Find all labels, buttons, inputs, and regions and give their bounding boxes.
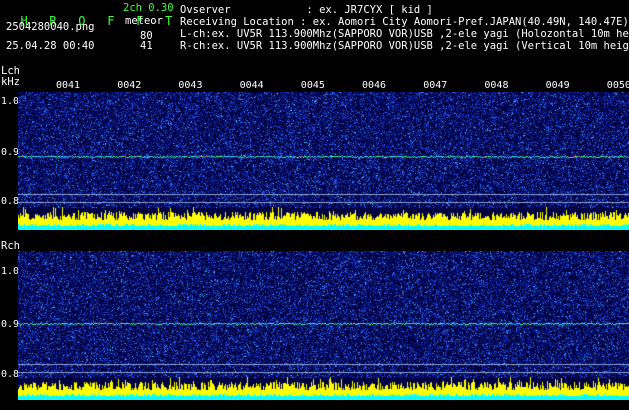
time-tick-label: 0049 (545, 80, 570, 91)
rch-spectrogram (18, 251, 629, 400)
time-tick-label: 0046 (362, 80, 387, 91)
lch-unit-label: kHz (1, 76, 20, 88)
mode-sub-label: meteor (125, 15, 163, 27)
rch-ytick: 0.9 (1, 319, 20, 330)
time-tick-label: 0048 (484, 80, 509, 91)
datetime: 25.04.28 00:40 (6, 40, 95, 52)
title-letter: F (107, 14, 115, 28)
location-line: Receiving Location : ex. Aomori City Aom… (180, 16, 629, 28)
rch-spectrogram-panel (18, 251, 629, 400)
lch-spectrogram (18, 92, 629, 230)
time-tick-label: 0050 (606, 80, 629, 91)
lch-info-line: L-ch:ex. UV5R 113.900Mhz(SAPPORO VOR)USB… (180, 28, 629, 40)
rch-count: 41 (140, 40, 153, 52)
time-tick-label: 0045 (300, 80, 325, 91)
lch-spectrogram-panel (18, 92, 629, 230)
time-tick-label: 0043 (178, 80, 203, 91)
time-tick-label: 0047 (423, 80, 448, 91)
mode-label: 2ch 0.30 (123, 2, 174, 14)
title-letter: T (165, 14, 173, 28)
lch-channel-label: Lch (1, 65, 20, 77)
observer-line: Ovserver : ex. JR7CYX [ kid ] (180, 4, 433, 16)
rch-info-line: R-ch:ex. UV5R 113.900Mhz(SAPPORO VOR)USB… (180, 40, 629, 52)
time-tick-label: 0044 (239, 80, 264, 91)
file-name: 2504280040.png (6, 21, 95, 33)
lch-ytick: 1.0 (1, 96, 20, 107)
time-tick-label: 0041 (56, 80, 81, 91)
rch-ytick: 0.8 (1, 369, 20, 380)
rch-channel-label: Rch (1, 240, 20, 252)
rch-ytick: 1.0 (1, 266, 20, 277)
time-tick-label: 0042 (117, 80, 142, 91)
lch-ytick: 0.8 (1, 196, 20, 207)
lch-ytick: 0.9 (1, 147, 20, 158)
